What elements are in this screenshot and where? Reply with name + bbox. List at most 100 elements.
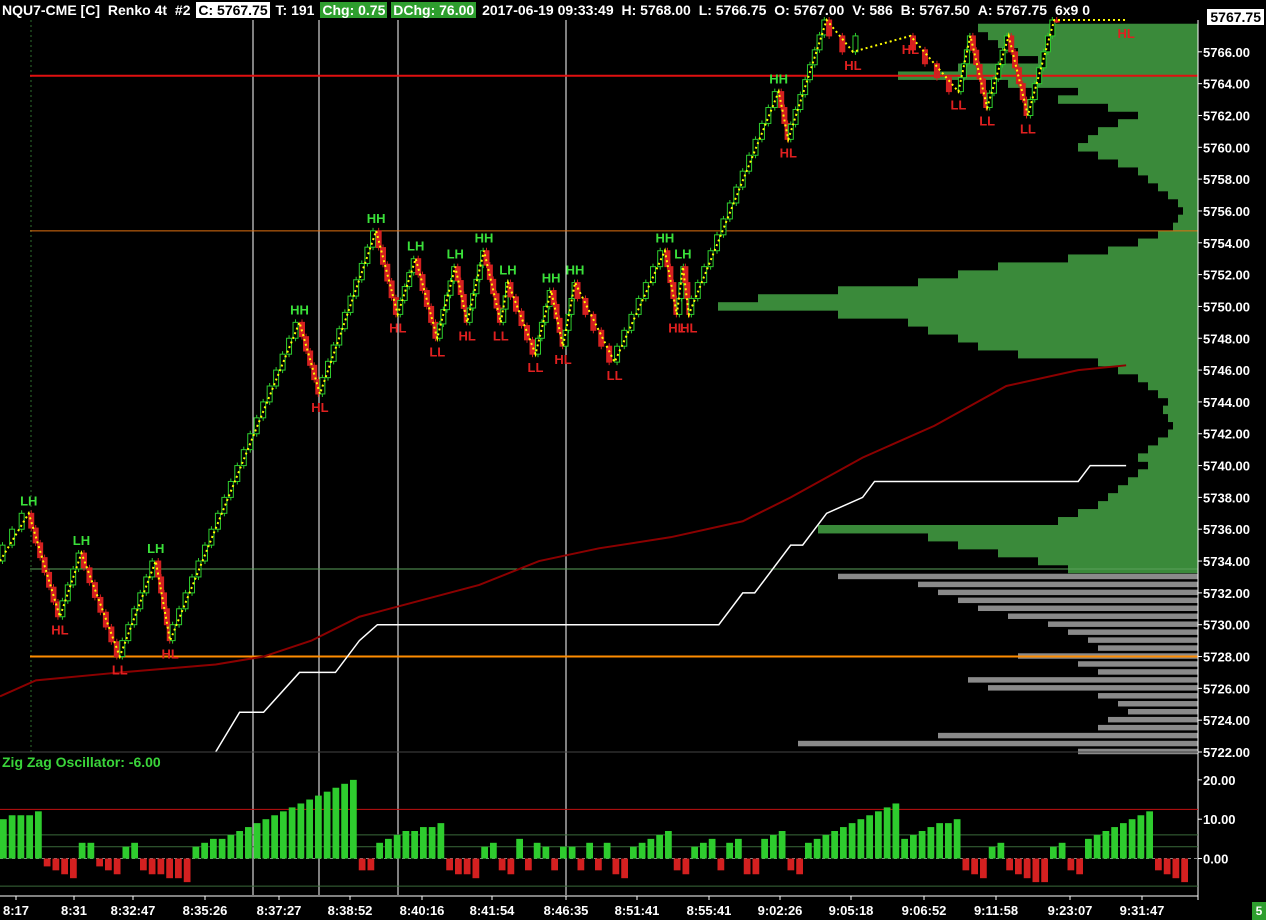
renko-up-brick: [470, 293, 477, 309]
profile-bar-green: [1138, 166, 1198, 176]
renko-down-brick: [664, 250, 671, 268]
renko-up-brick: [746, 154, 753, 172]
profile-bar-green: [1158, 182, 1198, 192]
oscillator-bar-negative: [971, 858, 978, 875]
oscillator-bar-positive: [647, 838, 655, 859]
price-tick-label: 5740.00: [1203, 459, 1250, 474]
renko-down-brick: [973, 49, 980, 66]
oscillator-bar-positive: [848, 823, 856, 859]
renko-down-brick: [28, 512, 35, 529]
renko-down-brick: [969, 35, 976, 51]
profile-bar-gray: [1098, 724, 1198, 731]
oscillator-bar-positive: [271, 815, 278, 859]
renko-chart[interactable]: LH HL LH LL LH HL HH HL HH HL LH LL LH HL HH LL LH LL HH HL…: [0, 0, 1266, 920]
oscillator-bar-positive: [691, 846, 698, 859]
oscillator-bar-positive: [201, 842, 208, 859]
zigzag-label: HL: [161, 647, 178, 662]
time-tick-label: 8:37:27: [257, 903, 302, 918]
profile-bar-green: [1148, 461, 1198, 470]
renko-down-brick: [37, 542, 44, 559]
price-tick-label: 5752.00: [1203, 268, 1250, 283]
renko-down-brick: [523, 325, 530, 341]
profile-bar-green: [1088, 135, 1198, 144]
oscillator-bar-positive: [665, 831, 672, 859]
time-tick-label: 8:46:35: [544, 903, 589, 918]
profile-bar-green: [1098, 357, 1198, 367]
oscillator-bar-negative: [358, 858, 366, 871]
zigzag-label: LL: [429, 344, 445, 359]
price-tick-label: 5754.00: [1203, 236, 1250, 251]
profile-bar-green: [988, 31, 1198, 41]
renko-up-brick: [758, 122, 765, 140]
renko-up-brick: [1036, 67, 1043, 85]
oscillator-bar-negative: [1015, 858, 1022, 875]
price-tick-label: 5766.00: [1203, 45, 1250, 60]
price-tick-label: 5734.00: [1203, 554, 1250, 569]
profile-bar-green: [1178, 214, 1198, 224]
profile-bar-gray: [1048, 621, 1198, 627]
profile-bar-gray: [938, 732, 1198, 739]
oscillator-bar-positive: [78, 842, 86, 859]
profile-bar-green: [908, 318, 1198, 327]
profile-bar-green: [1128, 477, 1198, 486]
price-tick-label: 5762.00: [1203, 108, 1250, 123]
profile-bar-green: [1108, 246, 1198, 255]
renko-up-brick: [650, 266, 657, 284]
oscillator-bar-negative: [595, 858, 602, 871]
price-tick-label: 5732.00: [1203, 586, 1250, 601]
oscillator-bar-positive: [26, 815, 33, 859]
renko-up-brick: [635, 297, 642, 315]
zigzag-label: HL: [554, 352, 571, 367]
profile-bar-green: [1098, 127, 1198, 136]
oscillator-bar-positive: [236, 831, 243, 859]
profile-bar-gray: [1128, 708, 1198, 715]
oscillator-bar-negative: [175, 858, 182, 879]
zigzag-label: HL: [51, 623, 68, 638]
profile-bar-gray: [968, 677, 1198, 683]
renko-down-brick: [1008, 35, 1015, 53]
price-tick-label: 5758.00: [1203, 172, 1250, 187]
profile-bar-green: [1148, 381, 1198, 391]
profile-bar-gray: [1118, 701, 1198, 707]
oscillator-bar-negative: [743, 858, 751, 875]
zigzag-label: LH: [447, 247, 464, 262]
zigzag-label: HH: [475, 231, 494, 246]
oscillator-title: Zig Zag Oscillator: -6.00: [2, 754, 161, 770]
profile-bar-gray: [988, 685, 1198, 691]
price-tick-label: 5746.00: [1203, 363, 1250, 378]
profile-bar-green: [1158, 230, 1198, 240]
renko-up-brick: [436, 323, 443, 339]
renko-down-brick: [606, 345, 613, 363]
profile-bar-green: [1118, 158, 1198, 168]
oscillator-bar-positive: [918, 831, 926, 859]
oscillator-bar-positive: [831, 831, 838, 859]
renko-up-brick: [443, 294, 450, 311]
profile-bar-green: [1138, 469, 1198, 478]
zigzag-label: HL: [902, 42, 919, 57]
profile-bar-green: [1168, 413, 1198, 423]
oscillator-bar-positive: [822, 834, 830, 859]
oscillator-bar-negative: [446, 858, 453, 871]
zigzag-label: LL: [112, 663, 128, 678]
renko-down-brick: [108, 626, 115, 643]
renko-down-brick: [486, 264, 493, 280]
profile-bar-green: [958, 334, 1198, 343]
profile-bar-green: [1078, 87, 1198, 96]
profile-bar-green: [1038, 55, 1198, 65]
profile-bar-gray: [1078, 661, 1198, 667]
renko-down-brick: [945, 77, 952, 93]
profile-bar-green: [1158, 389, 1198, 399]
time-tick-label: 9:11:58: [974, 903, 1018, 918]
oscillator-bar-negative: [796, 858, 803, 875]
oscillator-bar-positive: [1102, 831, 1110, 859]
oscillator-bar-positive: [323, 791, 331, 859]
renko-up-brick: [247, 433, 254, 451]
oscillator-bar-positive: [402, 831, 410, 859]
price-tick-label: 5724.00: [1203, 713, 1250, 728]
corner-badge[interactable]: 5: [1252, 902, 1266, 920]
oscillator-bar-positive: [630, 846, 637, 859]
time-tick-label: 8:32:47: [111, 903, 156, 918]
oscillator-bar-positive: [192, 846, 200, 859]
renko-up-brick: [406, 272, 413, 288]
oscillator-bar-negative: [1041, 858, 1048, 883]
